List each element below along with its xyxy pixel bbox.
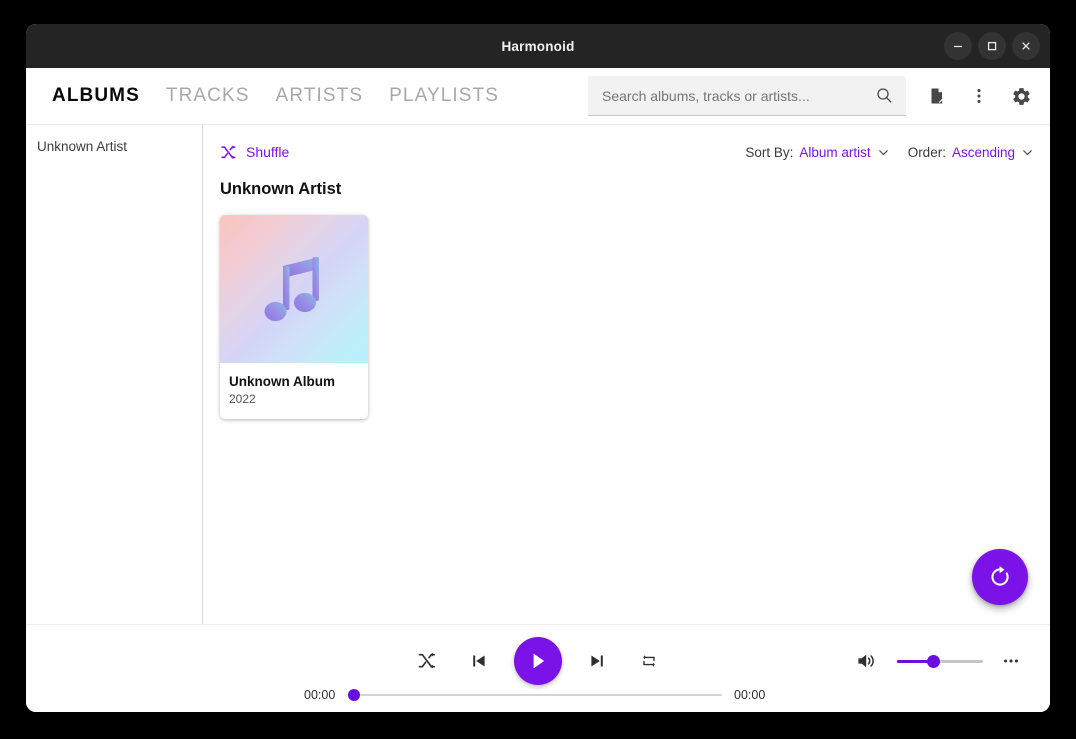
gear-icon xyxy=(1011,86,1032,107)
tab-artists[interactable]: ARTISTS xyxy=(276,85,364,107)
window-title: Harmonoid xyxy=(501,39,574,54)
play-icon xyxy=(527,650,549,672)
music-note-icon xyxy=(257,249,331,329)
chevron-down-icon xyxy=(1021,146,1034,159)
current-time-label: 00:00 xyxy=(304,688,342,702)
body-area: Unknown Artist Shuffle Sort By: xyxy=(26,125,1050,625)
nav-icon-group xyxy=(920,79,1038,113)
maximize-button[interactable] xyxy=(978,32,1006,60)
sort-controls: Sort By: Album artist Order: Ascending xyxy=(745,145,1034,160)
album-grid: Unknown Album 2022 xyxy=(220,215,1034,419)
album-art xyxy=(220,215,368,363)
album-year: 2022 xyxy=(229,392,359,406)
play-button[interactable] xyxy=(514,637,562,685)
seek-thumb[interactable] xyxy=(348,689,360,701)
duration-label: 00:00 xyxy=(734,688,772,702)
albums-content: Shuffle Sort By: Album artist Order: xyxy=(203,125,1050,624)
album-card[interactable]: Unknown Album 2022 xyxy=(220,215,368,419)
volume-button[interactable] xyxy=(850,644,884,678)
tab-playlists[interactable]: PLAYLISTS xyxy=(389,85,499,107)
order-dropdown-button[interactable] xyxy=(1021,146,1034,159)
order-value[interactable]: Ascending xyxy=(952,145,1015,160)
search-box[interactable] xyxy=(588,76,906,116)
search-input[interactable] xyxy=(602,88,876,104)
close-icon xyxy=(1019,39,1033,53)
repeat-button[interactable] xyxy=(632,644,666,678)
more-horizontal-icon xyxy=(1001,651,1021,671)
sort-by-dropdown-button[interactable] xyxy=(877,146,890,159)
sort-by-group: Sort By: Album artist xyxy=(745,145,889,160)
volume-slider[interactable] xyxy=(897,654,983,668)
player-more-button[interactable] xyxy=(996,646,1026,676)
tab-tracks[interactable]: TRACKS xyxy=(166,85,250,107)
minimize-icon xyxy=(951,39,965,53)
volume-icon xyxy=(856,651,878,671)
overflow-menu-button[interactable] xyxy=(962,79,996,113)
file-open-button[interactable] xyxy=(920,79,954,113)
skip-next-icon xyxy=(587,651,607,671)
tab-albums[interactable]: ALBUMS xyxy=(52,85,140,107)
refresh-button[interactable] xyxy=(972,549,1028,605)
artist-sidebar: Unknown Artist xyxy=(26,125,203,624)
order-group: Order: Ascending xyxy=(908,145,1034,160)
content-toolbar: Shuffle Sort By: Album artist Order: xyxy=(220,134,1034,170)
seek-track xyxy=(354,694,722,697)
shuffle-button[interactable]: Shuffle xyxy=(220,144,289,161)
tab-list: ALBUMS TRACKS ARTISTS PLAYLISTS xyxy=(52,85,499,107)
sidebar-item-unknown-artist[interactable]: Unknown Artist xyxy=(26,136,202,157)
volume-thumb[interactable] xyxy=(927,655,940,668)
player-shuffle-button[interactable] xyxy=(410,644,444,678)
file-open-icon xyxy=(927,86,947,106)
top-navigation-bar: ALBUMS TRACKS ARTISTS PLAYLISTS xyxy=(26,68,1050,125)
player-bar: 00:00 00:00 xyxy=(26,625,1050,712)
refresh-icon xyxy=(987,564,1013,590)
search-icon[interactable] xyxy=(876,87,893,104)
title-bar: Harmonoid xyxy=(26,24,1050,68)
settings-button[interactable] xyxy=(1004,79,1038,113)
app-window: Harmonoid ALBUMS TRACKS xyxy=(26,24,1050,712)
search-area xyxy=(588,76,906,116)
chevron-down-icon xyxy=(877,146,890,159)
overflow-menu-icon xyxy=(969,86,989,106)
shuffle-label: Shuffle xyxy=(246,144,289,160)
minimize-button[interactable] xyxy=(944,32,972,60)
close-button[interactable] xyxy=(1012,32,1040,60)
order-label: Order: xyxy=(908,145,946,160)
group-heading: Unknown Artist xyxy=(220,180,1034,199)
sort-by-label: Sort By: xyxy=(745,145,793,160)
window-controls xyxy=(944,24,1040,68)
seek-bar-row: 00:00 00:00 xyxy=(26,688,1050,702)
next-track-button[interactable] xyxy=(580,644,614,678)
album-title: Unknown Album xyxy=(229,374,359,389)
seek-slider[interactable] xyxy=(354,688,722,702)
shuffle-icon xyxy=(220,144,237,161)
repeat-icon xyxy=(639,651,659,671)
shuffle-icon xyxy=(417,651,437,671)
volume-area xyxy=(850,643,1026,679)
album-meta: Unknown Album 2022 xyxy=(220,363,368,419)
skip-previous-icon xyxy=(469,651,489,671)
maximize-icon xyxy=(985,39,999,53)
sort-by-value[interactable]: Album artist xyxy=(799,145,870,160)
previous-track-button[interactable] xyxy=(462,644,496,678)
